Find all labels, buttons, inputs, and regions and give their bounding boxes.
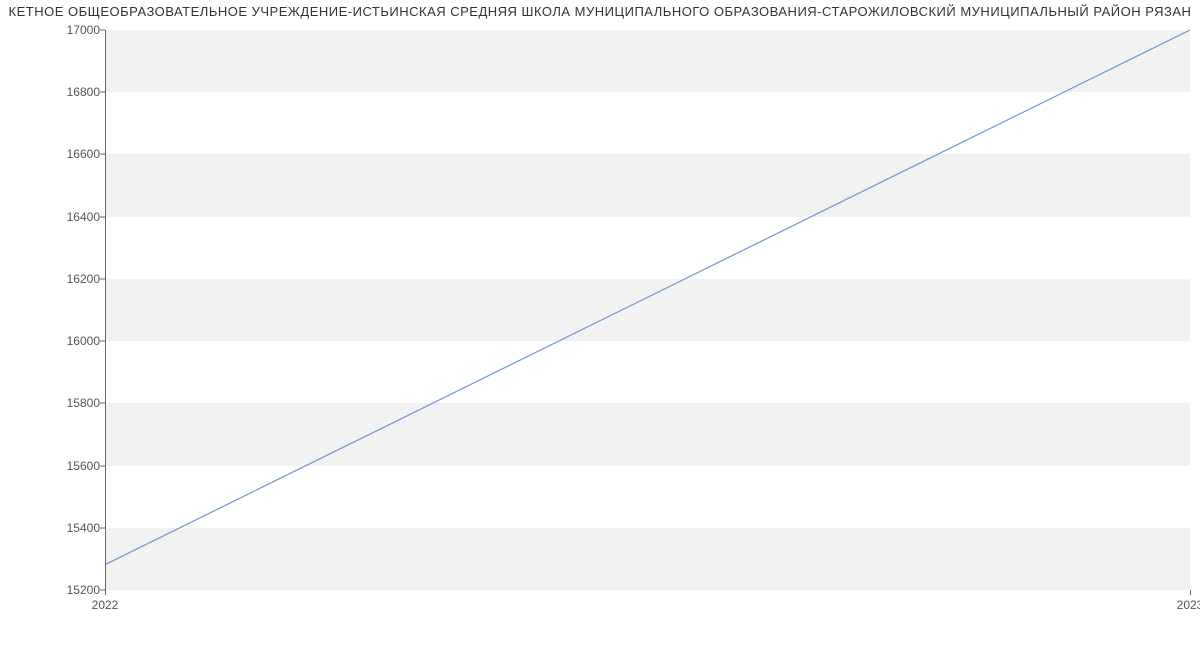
data-line xyxy=(106,30,1190,564)
y-tick-label: 17000 xyxy=(40,23,100,37)
y-tick-label: 16200 xyxy=(40,272,100,286)
x-tick-label: 2022 xyxy=(92,598,119,612)
y-tick-label: 16400 xyxy=(40,210,100,224)
y-tick-label: 15800 xyxy=(40,396,100,410)
y-tick-label: 15600 xyxy=(40,459,100,473)
line-series xyxy=(106,30,1190,589)
chart-title: КЕТНОЕ ОБЩЕОБРАЗОВАТЕЛЬНОЕ УЧРЕЖДЕНИЕ-ИС… xyxy=(0,4,1200,19)
x-tick-mark xyxy=(1190,590,1191,595)
x-tick-label: 2023 xyxy=(1177,598,1200,612)
y-tick-label: 16800 xyxy=(40,85,100,99)
x-tick-mark xyxy=(105,590,106,595)
y-tick-label: 15400 xyxy=(40,521,100,535)
y-tick-label: 16600 xyxy=(40,147,100,161)
chart-container: КЕТНОЕ ОБЩЕОБРАЗОВАТЕЛЬНОЕ УЧРЕЖДЕНИЕ-ИС… xyxy=(0,0,1200,650)
y-tick-label: 16000 xyxy=(40,334,100,348)
plot-area xyxy=(105,30,1190,590)
y-tick-label: 15200 xyxy=(40,583,100,597)
